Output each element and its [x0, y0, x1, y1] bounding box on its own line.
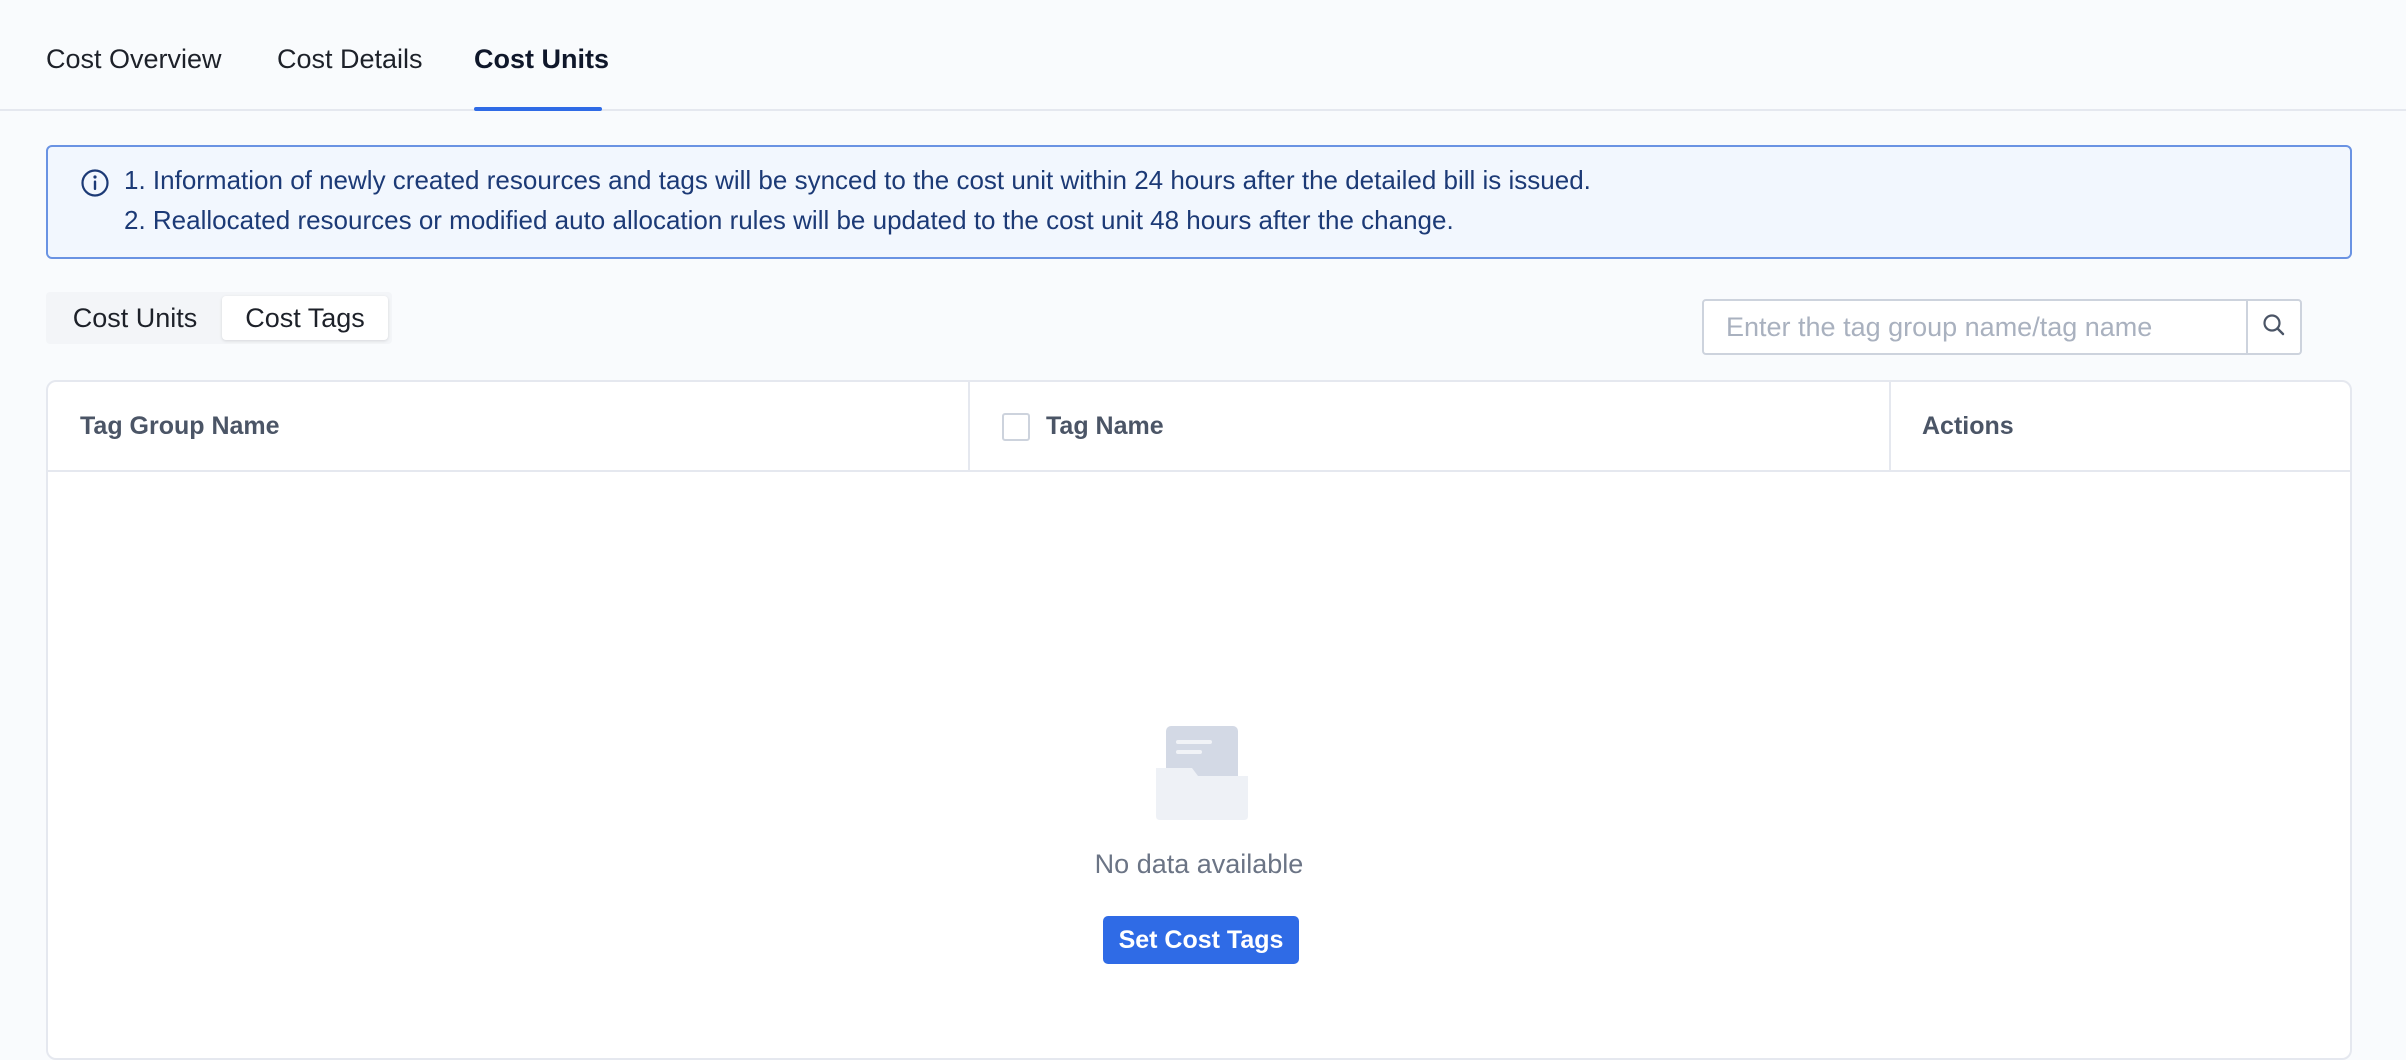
view-segmented-control: Cost Units Cost Tags	[46, 292, 392, 344]
tag-search-input[interactable]	[1704, 301, 2248, 353]
segment-cost-units[interactable]: Cost Units	[50, 296, 220, 340]
segment-cost-tags[interactable]: Cost Tags	[222, 296, 388, 340]
select-all-checkbox[interactable]	[1002, 413, 1030, 441]
column-header-tag-name: Tag Name	[1046, 412, 1164, 440]
table-header: Tag Group Name Tag Name Actions	[48, 382, 2350, 472]
tab-cost-overview[interactable]: Cost Overview	[46, 44, 222, 75]
tab-cost-units[interactable]: Cost Units	[474, 44, 609, 75]
search-button[interactable]	[2246, 301, 2300, 353]
notice-line-2: 2. Reallocated resources or modified aut…	[124, 205, 1454, 235]
top-tab-bar: Cost Overview Cost Details Cost Units	[0, 0, 2406, 111]
info-circle-icon	[80, 168, 110, 198]
set-cost-tags-button[interactable]: Set Cost Tags	[1103, 916, 1299, 964]
notice-line-1: 1. Information of newly created resource…	[124, 165, 1591, 195]
tab-cost-details[interactable]: Cost Details	[277, 44, 423, 75]
column-divider	[1889, 382, 1891, 470]
empty-state-message: No data available	[1094, 849, 1304, 879]
cost-tags-table: Tag Group Name Tag Name Actions No data …	[46, 380, 2352, 1060]
column-header-actions: Actions	[1922, 412, 2014, 440]
active-tab-indicator	[474, 107, 602, 111]
search-icon	[2261, 312, 2287, 343]
tag-search-box	[1702, 299, 2302, 355]
column-divider	[968, 382, 970, 470]
column-header-tag-group-name: Tag Group Name	[80, 412, 280, 440]
empty-folder-icon	[1154, 722, 1254, 822]
info-notice: 1. Information of newly created resource…	[46, 145, 2352, 259]
